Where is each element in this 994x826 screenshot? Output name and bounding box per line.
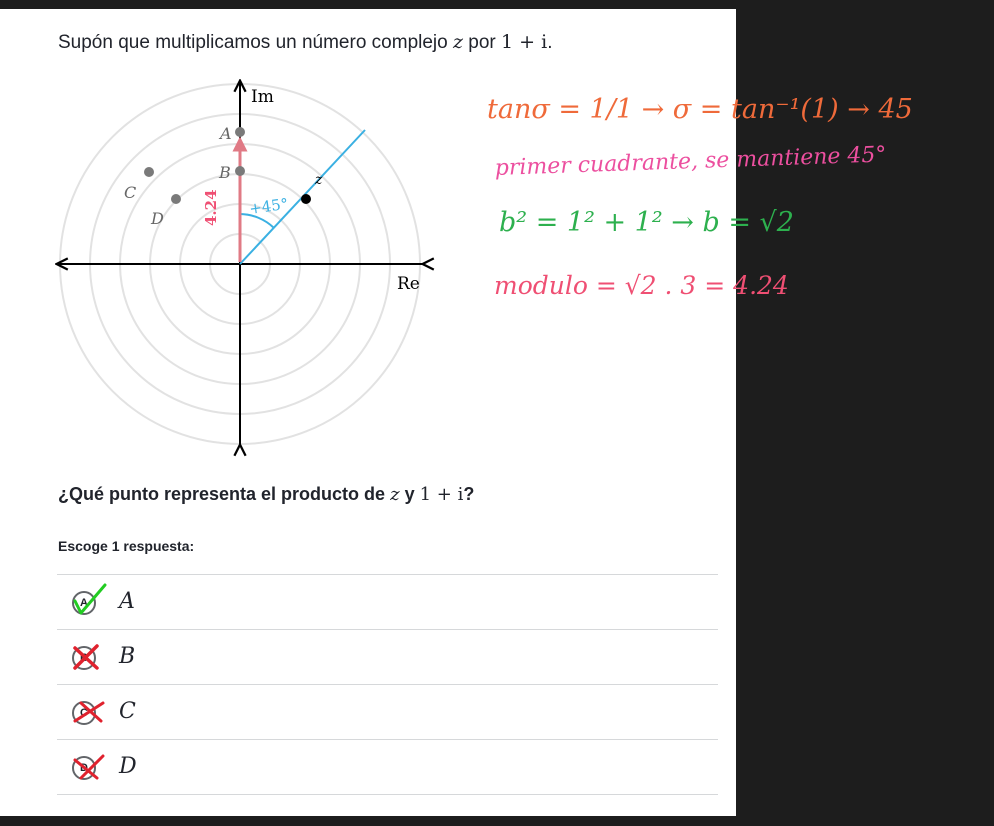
- answer-choices: A A B B C C D D: [57, 574, 718, 795]
- choice-d[interactable]: D D: [57, 739, 718, 795]
- choice-b-label: B: [119, 644, 136, 669]
- choice-c[interactable]: C C: [57, 684, 718, 739]
- question-text: ¿Qué punto representa el producto de z y…: [58, 484, 475, 505]
- check-mark-icon: [73, 583, 107, 615]
- choice-c-label: C: [119, 699, 136, 724]
- cross-mark-icon: [73, 644, 99, 670]
- choice-d-label: D: [119, 754, 137, 779]
- cross-mark-icon: [73, 701, 105, 723]
- cross-mark-icon: [73, 754, 105, 780]
- answer-instruction: Escoge 1 respuesta:: [58, 538, 195, 554]
- choice-b[interactable]: B B: [57, 629, 718, 684]
- choice-a[interactable]: A A: [57, 574, 718, 629]
- problem-prompt: Supón que multiplicamos un número comple…: [58, 31, 553, 53]
- choice-a-label: A: [119, 589, 135, 614]
